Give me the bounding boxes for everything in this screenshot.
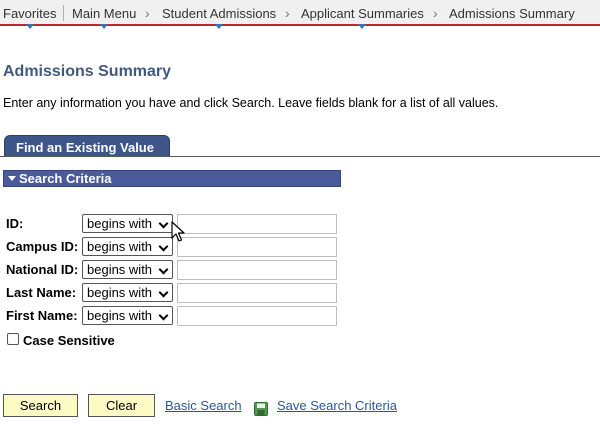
breadcrumb-applicant-summaries[interactable]: Applicant Summaries <box>301 6 424 29</box>
breadcrumb-bar: Favorites Main Menu › Student Admissions… <box>0 0 600 29</box>
national-id-input[interactable] <box>177 260 337 280</box>
instructions-text: Enter any information you have and click… <box>3 96 499 110</box>
tab-divider <box>0 156 600 157</box>
search-button[interactable]: Search <box>3 394 78 417</box>
chevron-down-icon <box>158 264 169 275</box>
first-name-input[interactable] <box>177 306 337 326</box>
tab-find-existing-value[interactable]: Find an Existing Value <box>4 135 170 157</box>
field-label-id: ID: <box>6 216 24 231</box>
operator-value: begins with <box>87 308 153 323</box>
last-name-operator-select[interactable]: begins with <box>82 283 173 302</box>
field-label-first-name: First Name: <box>6 308 78 323</box>
chevron-down-icon <box>158 287 169 298</box>
breadcrumb-student-admissions[interactable]: Student Admissions <box>162 6 276 29</box>
mouse-pointer-icon <box>171 221 185 242</box>
field-label-last-name: Last Name: <box>6 285 77 300</box>
chevron-down-icon <box>158 241 169 252</box>
campus-id-input[interactable] <box>177 237 337 257</box>
breadcrumb-separator: › <box>285 5 290 21</box>
national-id-operator-select[interactable]: begins with <box>82 260 173 279</box>
breadcrumb-separator: › <box>145 5 150 21</box>
clear-button[interactable]: Clear <box>88 394 155 417</box>
first-name-operator-select[interactable]: begins with <box>82 306 173 325</box>
id-operator-select[interactable]: begins with <box>82 214 173 233</box>
last-name-input[interactable] <box>177 283 337 303</box>
page-title: Admissions Summary <box>3 63 172 80</box>
field-label-campus-id: Campus ID: <box>6 239 79 254</box>
case-sensitive-label: Case Sensitive <box>23 333 115 348</box>
operator-value: begins with <box>87 285 153 300</box>
breadcrumb-current: Admissions Summary <box>449 6 575 21</box>
breadcrumb-separator: › <box>433 5 438 21</box>
search-criteria-header[interactable]: Search Criteria <box>3 170 341 187</box>
chevron-down-icon <box>158 310 169 321</box>
save-search-criteria-link[interactable]: Save Search Criteria <box>277 398 397 413</box>
campus-id-operator-select[interactable]: begins with <box>82 237 173 256</box>
search-criteria-label: Search Criteria <box>19 171 112 186</box>
id-input[interactable] <box>177 214 337 234</box>
divider <box>63 5 64 21</box>
save-icon[interactable] <box>254 402 268 416</box>
chevron-down-icon <box>158 218 169 229</box>
operator-value: begins with <box>87 262 153 277</box>
favorites-menu[interactable]: Favorites <box>3 6 56 29</box>
case-sensitive-checkbox[interactable] <box>7 333 19 345</box>
operator-value: begins with <box>87 239 153 254</box>
basic-search-link[interactable]: Basic Search <box>165 398 242 413</box>
field-label-national-id: National ID: <box>6 262 79 277</box>
main-menu[interactable]: Main Menu <box>72 6 136 29</box>
collapse-triangle-icon <box>8 176 16 181</box>
operator-value: begins with <box>87 216 153 231</box>
